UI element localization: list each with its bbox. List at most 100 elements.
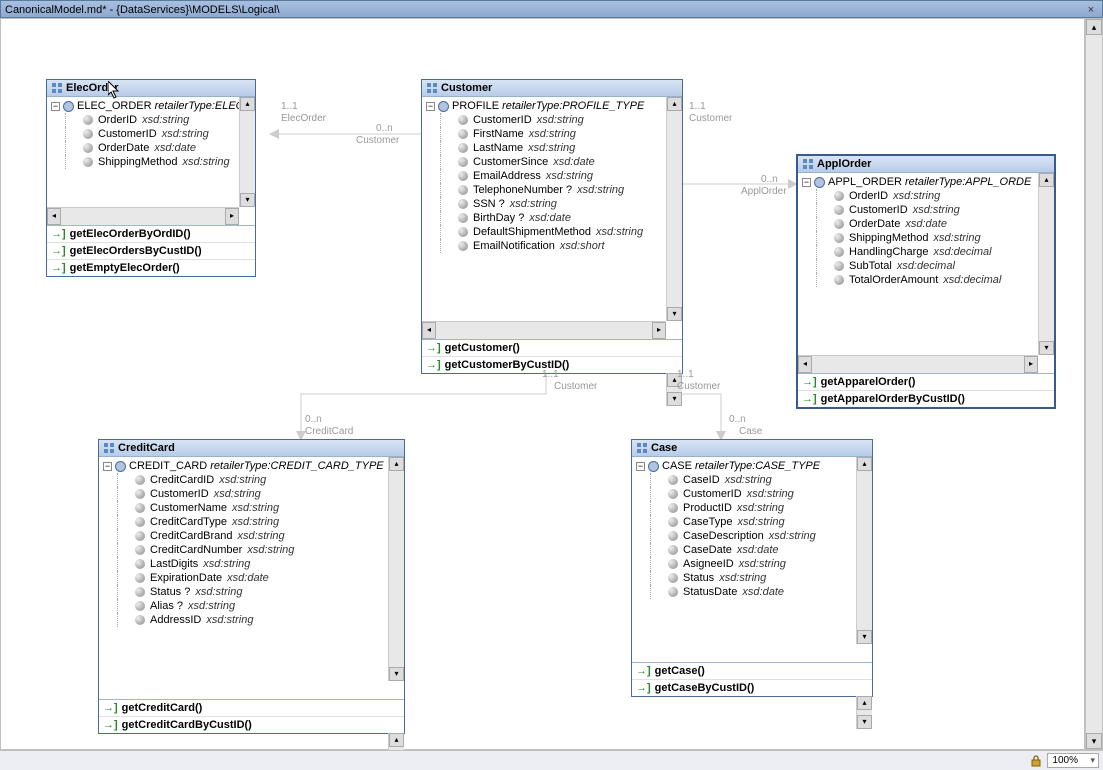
entity-header[interactable]: Customer	[422, 80, 682, 97]
scroll-up-icon[interactable]: ▴	[1039, 173, 1054, 187]
method-row[interactable]: →]getApparelOrderByCustID()	[798, 390, 1054, 407]
attr-vscroll[interactable]: ▴▾	[666, 97, 682, 321]
scroll-down-icon[interactable]: ▾	[1039, 341, 1054, 355]
attribute-row[interactable]: OrderID xsd:string	[47, 113, 255, 127]
attribute-row[interactable]: StatusDate xsd:date	[632, 585, 872, 599]
attribute-row[interactable]: Status ? xsd:string	[99, 585, 404, 599]
attr-vscroll[interactable]: ▴▾	[239, 97, 255, 207]
attribute-row[interactable]: CustomerID xsd:string	[99, 487, 404, 501]
attribute-row[interactable]: HandlingCharge xsd:decimal	[798, 245, 1054, 259]
zoom-select[interactable]: 100%	[1047, 753, 1099, 768]
method-row[interactable]: →]getCreditCard()	[99, 700, 404, 716]
attribute-row[interactable]: CaseID xsd:string	[632, 473, 872, 487]
method-row[interactable]: →]getCase()	[632, 663, 872, 679]
method-row[interactable]: →]getApparelOrder()	[798, 374, 1054, 390]
entity-elecorder[interactable]: ElecOrder − ELEC_ORDER retailerType:ELEC…	[46, 79, 256, 277]
entity-header[interactable]: ApplOrder	[798, 156, 1054, 173]
attr-vscroll[interactable]: ▴▾	[856, 457, 872, 644]
attribute-row[interactable]: SSN ? xsd:string	[422, 197, 682, 211]
attribute-row[interactable]: AddressID xsd:string	[99, 613, 404, 627]
attribute-row[interactable]: TelephoneNumber ? xsd:string	[422, 183, 682, 197]
attribute-row[interactable]: SubTotal xsd:decimal	[798, 259, 1054, 273]
attribute-row[interactable]: CustomerSince xsd:date	[422, 155, 682, 169]
attr-hscroll[interactable]: ◂▸	[798, 355, 1038, 373]
attribute-row[interactable]: ProductID xsd:string	[632, 501, 872, 515]
scroll-up-icon[interactable]: ▴	[857, 696, 872, 710]
scroll-up-icon[interactable]: ▴	[389, 733, 404, 747]
collapse-icon[interactable]: −	[426, 102, 435, 111]
attribute-row[interactable]: CaseDate xsd:date	[632, 543, 872, 557]
attribute-row[interactable]: EmailNotification xsd:short	[422, 239, 682, 253]
collapse-icon[interactable]: −	[802, 178, 811, 187]
attribute-row[interactable]: Status xsd:string	[632, 571, 872, 585]
entity-header[interactable]: ElecOrder	[47, 80, 255, 97]
root-attribute[interactable]: − CREDIT_CARD retailerType:CREDIT_CARD_T…	[99, 459, 404, 473]
attribute-row[interactable]: OrderDate xsd:date	[47, 141, 255, 155]
entity-applorder[interactable]: ApplOrder − APPL_ORDER retailerType:APPL…	[796, 154, 1056, 409]
scroll-down-icon[interactable]: ▾	[1086, 733, 1102, 749]
root-attribute[interactable]: − ELEC_ORDER retailerType:ELEC_	[47, 99, 255, 113]
attribute-row[interactable]: Alias ? xsd:string	[99, 599, 404, 613]
attr-hscroll[interactable]: ◂▸	[47, 207, 239, 225]
scroll-left-icon[interactable]: ◂	[47, 208, 61, 225]
method-row[interactable]: →]getElecOrderByOrdID()	[47, 226, 255, 242]
attribute-row[interactable]: AsigneeID xsd:string	[632, 557, 872, 571]
attribute-row[interactable]: TotalOrderAmount xsd:decimal	[798, 273, 1054, 287]
entity-header[interactable]: CreditCard	[99, 440, 404, 457]
scroll-right-icon[interactable]: ▸	[652, 322, 666, 339]
attribute-row[interactable]: FirstName xsd:string	[422, 127, 682, 141]
attribute-row[interactable]: CaseDescription xsd:string	[632, 529, 872, 543]
main-vscroll[interactable]: ▴ ▾	[1085, 18, 1103, 750]
scroll-down-icon[interactable]: ▾	[389, 667, 404, 681]
scroll-up-icon[interactable]: ▴	[1086, 19, 1102, 35]
scroll-down-icon[interactable]: ▾	[857, 715, 872, 729]
attribute-row[interactable]: OrderID xsd:string	[798, 189, 1054, 203]
attribute-row[interactable]: CustomerName xsd:string	[99, 501, 404, 515]
entity-customer[interactable]: Customer − PROFILE retailerType:PROFILE_…	[421, 79, 683, 374]
scroll-left-icon[interactable]: ◂	[798, 356, 812, 373]
collapse-icon[interactable]: −	[636, 462, 645, 471]
attribute-row[interactable]: CreditCardType xsd:string	[99, 515, 404, 529]
scroll-up-icon[interactable]: ▴	[667, 97, 682, 111]
root-attribute[interactable]: − PROFILE retailerType:PROFILE_TYPE	[422, 99, 682, 113]
collapse-icon[interactable]: −	[51, 102, 60, 111]
scroll-down-icon[interactable]: ▾	[240, 193, 255, 207]
scroll-down-icon[interactable]: ▾	[667, 307, 682, 321]
diagram-canvas[interactable]: ElecOrder − ELEC_ORDER retailerType:ELEC…	[0, 18, 1085, 750]
method-row[interactable]: →]getEmptyElecOrder()	[47, 259, 255, 276]
attribute-row[interactable]: BirthDay ? xsd:date	[422, 211, 682, 225]
root-attribute[interactable]: − CASE retailerType:CASE_TYPE	[632, 459, 872, 473]
scroll-right-icon[interactable]: ▸	[1024, 356, 1038, 373]
attribute-row[interactable]: ExpirationDate xsd:date	[99, 571, 404, 585]
method-row[interactable]: →]getElecOrdersByCustID()	[47, 242, 255, 259]
attribute-row[interactable]: CustomerID xsd:string	[422, 113, 682, 127]
root-attribute[interactable]: − APPL_ORDER retailerType:APPL_ORDE	[798, 175, 1054, 189]
method-row[interactable]: →]getCaseByCustID()	[632, 679, 872, 696]
scroll-left-icon[interactable]: ◂	[422, 322, 436, 339]
attribute-row[interactable]: CreditCardBrand xsd:string	[99, 529, 404, 543]
attribute-row[interactable]: EmailAddress xsd:string	[422, 169, 682, 183]
scroll-up-icon[interactable]: ▴	[389, 457, 404, 471]
scroll-up-icon[interactable]: ▴	[240, 97, 255, 111]
attribute-row[interactable]: LastDigits xsd:string	[99, 557, 404, 571]
attr-vscroll[interactable]: ▴▾	[1038, 173, 1054, 355]
entity-case[interactable]: Case − CASE retailerType:CASE_TYPE CaseI…	[631, 439, 873, 697]
attribute-row[interactable]: CreditCardID xsd:string	[99, 473, 404, 487]
attribute-row[interactable]: ShippingMethod xsd:string	[47, 155, 255, 169]
attribute-row[interactable]: LastName xsd:string	[422, 141, 682, 155]
attribute-row[interactable]: DefaultShipmentMethod xsd:string	[422, 225, 682, 239]
attribute-row[interactable]: CustomerID xsd:string	[47, 127, 255, 141]
attribute-row[interactable]: CustomerID xsd:string	[798, 203, 1054, 217]
scroll-down-icon[interactable]: ▾	[667, 392, 682, 406]
methods-vscroll[interactable]: ▴▾	[856, 696, 872, 729]
collapse-icon[interactable]: −	[103, 462, 112, 471]
method-row[interactable]: →]getCreditCardByCustID()	[99, 716, 404, 733]
scroll-down-icon[interactable]: ▾	[857, 630, 872, 644]
attribute-row[interactable]: CustomerID xsd:string	[632, 487, 872, 501]
attribute-row[interactable]: CaseType xsd:string	[632, 515, 872, 529]
entity-creditcard[interactable]: CreditCard − CREDIT_CARD retailerType:CR…	[98, 439, 405, 734]
attr-vscroll[interactable]: ▴▾	[388, 457, 404, 681]
attribute-row[interactable]: CreditCardNumber xsd:string	[99, 543, 404, 557]
attr-hscroll[interactable]: ◂▸	[422, 321, 666, 339]
close-icon[interactable]: ×	[1084, 1, 1098, 15]
